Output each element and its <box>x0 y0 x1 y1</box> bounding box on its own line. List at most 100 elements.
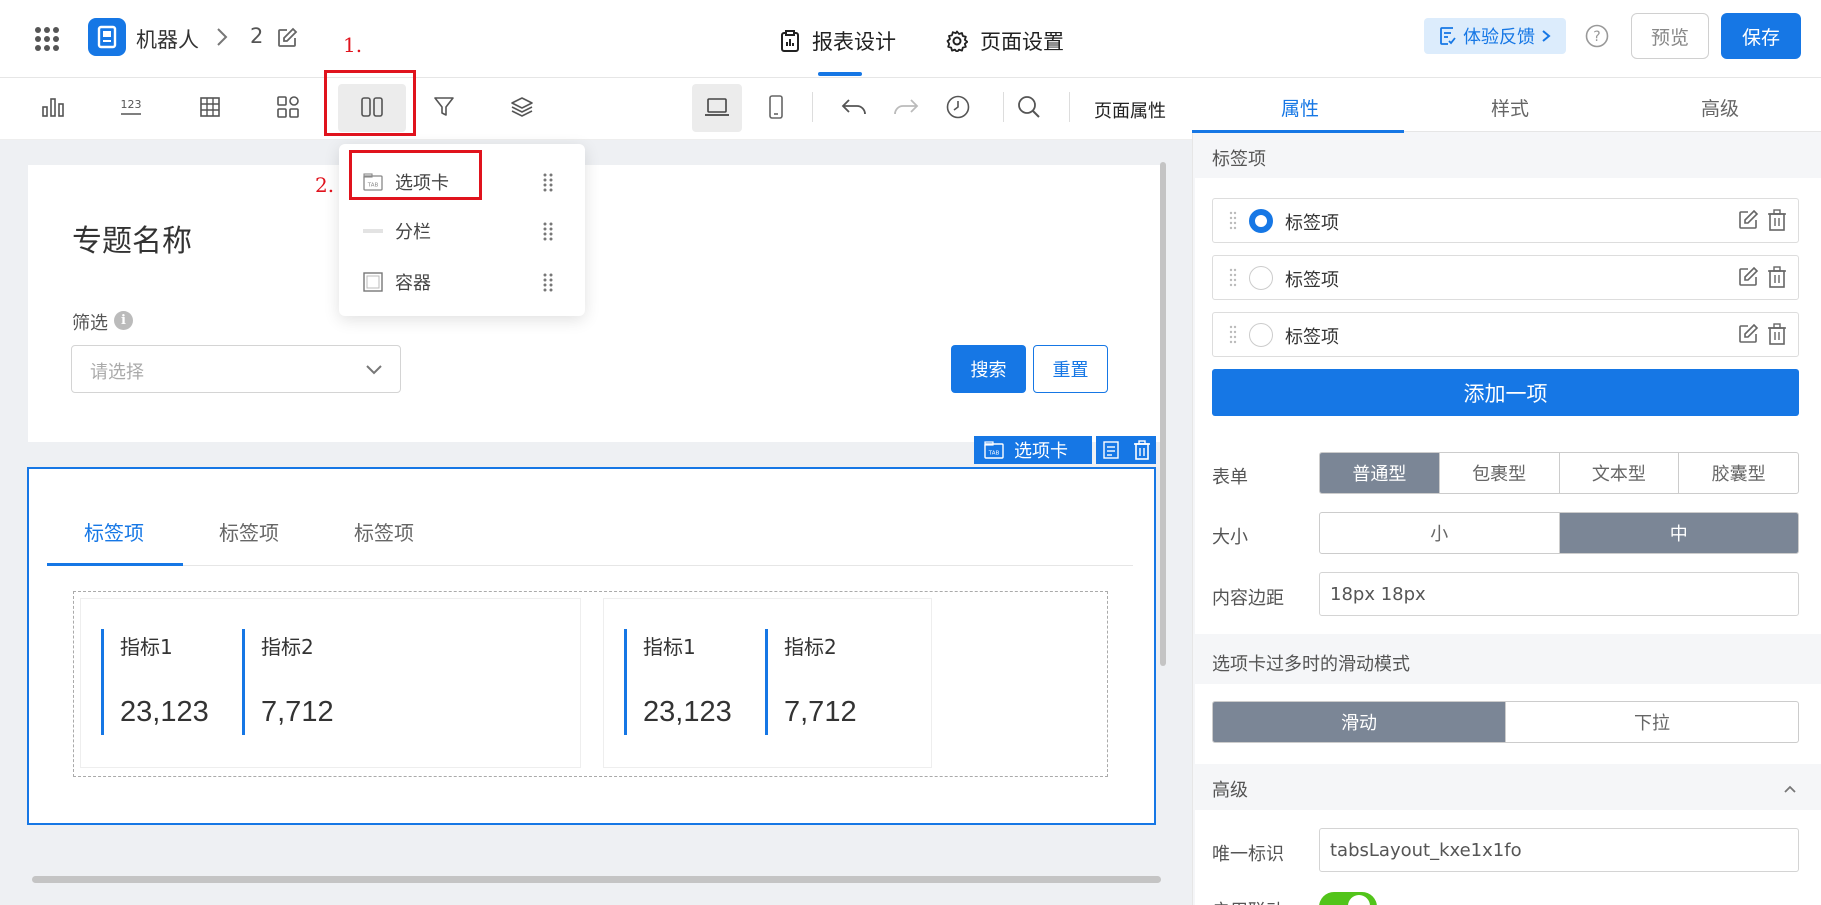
metric-card[interactable]: 指标2 7,712 <box>765 629 857 735</box>
delete-icon[interactable] <box>1767 209 1787 231</box>
size-medium[interactable]: 中 <box>1559 513 1798 553</box>
annotation-box-step1 <box>324 70 416 136</box>
edit-title-icon[interactable] <box>276 27 298 49</box>
filter-icon <box>434 97 454 116</box>
scroll-mode-dropdown[interactable]: 下拉 <box>1506 702 1798 742</box>
save-button[interactable]: 保存 <box>1721 13 1801 59</box>
drag-handle-icon[interactable] <box>542 172 554 192</box>
drag-handle-icon[interactable] <box>1229 211 1237 231</box>
menu-item-divider[interactable]: 分栏 <box>339 206 585 256</box>
history-button[interactable] <box>935 86 981 128</box>
page-properties-button[interactable]: 页面属性 <box>1094 97 1166 123</box>
chevron-up-icon[interactable] <box>1782 783 1798 795</box>
unique-id-input[interactable]: tabsLayout_kxe1x1fo <box>1319 828 1799 872</box>
tab-page-settings[interactable]: 页面设置 <box>946 24 1064 58</box>
top-bar: 机器人 2 报表设计 页面设置 体验反馈 ? 预览 保存 <box>0 0 1821 78</box>
svg-text:123: 123 <box>121 98 142 111</box>
size-segmented: 小 中 <box>1319 512 1799 554</box>
panel-tab-style[interactable]: 样式 <box>1491 94 1529 121</box>
metric-name: 指标1 <box>120 635 173 659</box>
info-icon[interactable]: i <box>114 311 133 330</box>
search-button[interactable]: 搜索 <box>951 345 1026 393</box>
add-item-button[interactable]: 添加一项 <box>1212 369 1799 416</box>
apps-grid-icon[interactable] <box>34 26 60 52</box>
table-tool[interactable] <box>187 86 233 128</box>
metric-group: 指标1 23,123 指标2 7,712 <box>603 598 932 768</box>
scroll-mode-slide[interactable]: 滑动 <box>1213 702 1506 742</box>
grid-layout-tool[interactable] <box>265 86 311 128</box>
laptop-icon <box>705 98 729 116</box>
canvas-vertical-scrollbar[interactable] <box>1160 162 1166 666</box>
advanced-section-title[interactable]: 高级 <box>1212 776 1248 802</box>
bar-chart-tool[interactable] <box>30 86 76 128</box>
drag-handle-icon[interactable] <box>542 272 554 292</box>
panel-tab-advanced[interactable]: 高级 <box>1701 94 1739 121</box>
metric-card[interactable]: 指标1 23,123 <box>624 629 732 735</box>
mobile-view-button[interactable] <box>753 86 799 128</box>
form-style-capsule[interactable]: 胶囊型 <box>1679 453 1798 493</box>
active-panel-tab-underline <box>1192 130 1404 133</box>
edit-icon[interactable] <box>1737 266 1759 288</box>
delete-icon[interactable] <box>1133 440 1151 460</box>
tab-item-row[interactable]: 标签项 <box>1212 255 1799 300</box>
metric-value: 7,712 <box>784 696 857 728</box>
component-actions <box>1096 436 1156 464</box>
help-icon[interactable]: ? <box>1585 24 1609 48</box>
component-settings-icon[interactable] <box>1102 440 1122 460</box>
size-small[interactable]: 小 <box>1320 513 1560 553</box>
menu-item-container[interactable]: 容器 <box>339 257 585 307</box>
chevron-down-icon <box>366 365 382 375</box>
edit-icon[interactable] <box>1737 323 1759 345</box>
feedback-button[interactable]: 体验反馈 <box>1424 18 1566 54</box>
form-style-wrapped[interactable]: 包裹型 <box>1440 453 1560 493</box>
panel-tab-properties[interactable]: 属性 <box>1281 94 1319 121</box>
metric-card[interactable]: 指标1 23,123 <box>101 629 209 735</box>
redo-button[interactable] <box>883 86 929 128</box>
metric-123-icon: 123 <box>121 98 142 115</box>
filter-select[interactable]: 请选择 <box>71 345 401 393</box>
content-tab-3[interactable]: 标签项 <box>354 517 414 546</box>
filter-tool[interactable] <box>421 86 467 128</box>
edit-icon[interactable] <box>1737 209 1759 231</box>
robot-app-icon <box>97 25 117 49</box>
content-tab-2[interactable]: 标签项 <box>219 517 279 546</box>
tabs-component[interactable]: 标签项 标签项 标签项 指标1 23,123 指标2 7,712 指标1 23,… <box>27 467 1156 825</box>
drag-handle-icon[interactable] <box>1229 268 1237 288</box>
drag-handle-icon[interactable] <box>542 221 554 241</box>
delete-icon[interactable] <box>1767 266 1787 288</box>
topic-title: 专题名称 <box>72 224 192 259</box>
report-designer: 机器人 2 报表设计 页面设置 体验反馈 ? 预览 保存 123 页面属性 专题… <box>0 0 1821 905</box>
app-name[interactable]: 机器人 <box>136 24 199 54</box>
metric-card[interactable]: 指标2 7,712 <box>242 629 334 735</box>
toolbar-divider <box>812 92 813 122</box>
metric-value: 23,123 <box>643 696 732 728</box>
reset-button[interactable]: 重置 <box>1033 345 1108 393</box>
padding-input[interactable]: 18px 18px <box>1319 572 1799 616</box>
selected-component-label: 选项卡 <box>1014 441 1068 462</box>
default-tab-radio[interactable] <box>1249 266 1273 290</box>
gear-icon <box>946 30 968 52</box>
layers-tool[interactable] <box>499 86 545 128</box>
form-style-normal[interactable]: 普通型 <box>1320 453 1440 493</box>
canvas-horizontal-scrollbar[interactable] <box>32 876 1161 883</box>
content-tab-1[interactable]: 标签项 <box>84 517 144 546</box>
tab-item-label: 标签项 <box>1285 327 1339 348</box>
default-tab-radio[interactable] <box>1249 209 1273 233</box>
tab-item-row[interactable]: 标签项 <box>1212 312 1799 357</box>
unique-id-label: 唯一标识 <box>1212 844 1284 865</box>
metric-tool[interactable]: 123 <box>108 86 154 128</box>
preview-button[interactable]: 预览 <box>1631 13 1709 59</box>
desktop-view-button[interactable] <box>694 86 740 128</box>
default-tab-radio[interactable] <box>1249 323 1273 347</box>
tab-report-design[interactable]: 报表设计 <box>780 24 896 58</box>
form-style-text[interactable]: 文本型 <box>1560 453 1680 493</box>
search-tool-button[interactable] <box>1006 86 1052 128</box>
history-clock-icon <box>946 95 970 119</box>
drag-handle-icon[interactable] <box>1229 325 1237 345</box>
tab-item-row[interactable]: 标签项 <box>1212 198 1799 243</box>
undo-button[interactable] <box>831 86 877 128</box>
report-icon <box>781 30 799 52</box>
size-label: 大小 <box>1212 527 1248 548</box>
page-title: 2 <box>250 24 264 48</box>
delete-icon[interactable] <box>1767 323 1787 345</box>
